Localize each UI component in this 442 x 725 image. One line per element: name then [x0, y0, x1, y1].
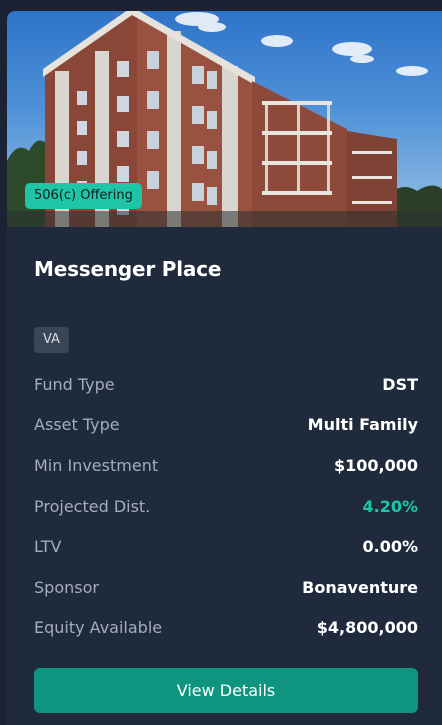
property-photo: 506(c) Offering: [7, 11, 442, 227]
detail-label: Projected Dist.: [34, 496, 151, 516]
offering-badge: 506(c) Offering: [25, 183, 142, 209]
detail-value: Multi Family: [307, 415, 418, 435]
detail-list: Fund Type DST Asset Type Multi Family Mi…: [34, 364, 418, 648]
detail-label: Sponsor: [34, 577, 99, 597]
detail-label: Equity Available: [34, 618, 163, 638]
state-tag: VA: [34, 327, 69, 353]
detail-value: $4,800,000: [316, 618, 418, 638]
detail-row-equity-available: Equity Available $4,800,000: [34, 608, 418, 649]
property-title: Messenger Place: [34, 257, 222, 281]
detail-row-asset-type: Asset Type Multi Family: [34, 405, 418, 446]
detail-value: 0.00%: [362, 537, 418, 557]
detail-value: Bonaventure: [302, 577, 418, 597]
view-details-button[interactable]: View Details: [34, 668, 418, 713]
detail-row-sponsor: Sponsor Bonaventure: [34, 567, 418, 608]
detail-row-min-investment: Min Investment $100,000: [34, 445, 418, 486]
detail-label: Min Investment: [34, 455, 159, 475]
detail-value: DST: [382, 374, 418, 394]
detail-label: Fund Type: [34, 374, 115, 394]
detail-row-projected-dist: Projected Dist. 4.20%: [34, 486, 418, 527]
listing-card[interactable]: 506(c) Offering Messenger Place VA Fund …: [7, 11, 442, 725]
detail-label: Asset Type: [34, 415, 120, 435]
detail-row-ltv: LTV 0.00%: [34, 526, 418, 567]
detail-value: $100,000: [333, 455, 418, 475]
detail-label: LTV: [34, 537, 62, 557]
detail-row-fund-type: Fund Type DST: [34, 364, 418, 405]
detail-value: 4.20%: [362, 496, 418, 516]
